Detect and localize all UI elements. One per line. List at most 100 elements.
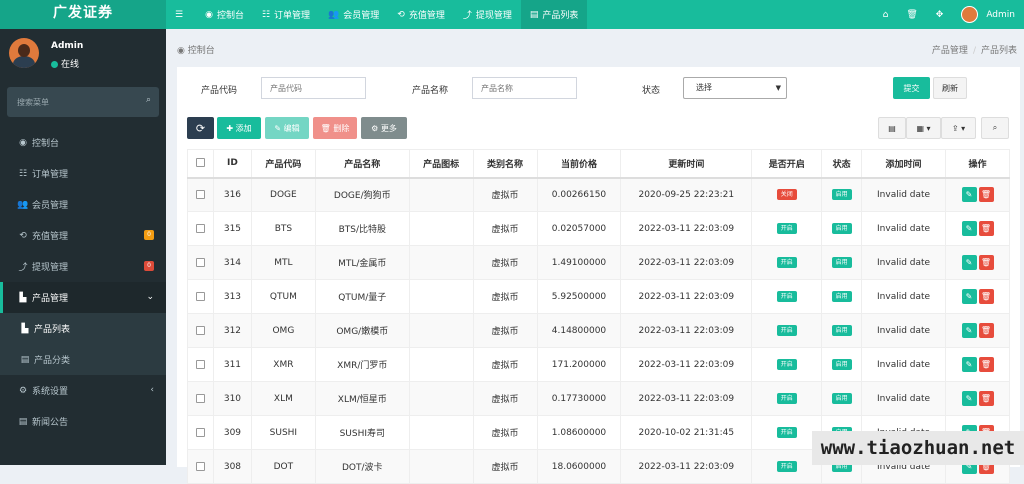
sidebar-item-news[interactable]: ▤ 新闻公告: [0, 406, 166, 437]
cell-actions: ✎🗑: [945, 245, 1010, 280]
cell-open: 关闭: [751, 177, 823, 212]
cell-price: 0.02057000: [536, 211, 622, 246]
search-input[interactable]: [7, 87, 132, 117]
cell-cat: 虚拟币: [472, 449, 538, 484]
submit-button[interactable]: 提交: [893, 77, 930, 99]
row-checkbox[interactable]: [195, 461, 205, 471]
open-toggle-badge[interactable]: 开启: [776, 359, 797, 370]
open-toggle-badge[interactable]: 开启: [776, 461, 797, 472]
tab-product-list[interactable]: ▤ 产品列表: [520, 0, 588, 29]
add-button[interactable]: ✚ 添加: [217, 117, 261, 139]
column-header[interactable]: [187, 149, 214, 179]
edit-row-icon[interactable]: ✎: [961, 323, 977, 338]
tab-withdraw[interactable]: ⤴ 提现管理: [454, 0, 521, 29]
reset-button[interactable]: 刷新: [933, 77, 967, 99]
edit-row-icon[interactable]: ✎: [961, 391, 977, 406]
sidebar-item-members[interactable]: 👥 会员管理: [0, 189, 166, 220]
tab-members-label: 会员管理: [343, 11, 380, 21]
cell-id: 315: [212, 211, 252, 246]
sidebar-item-product-mgmt[interactable]: ▙ 产品管理 ⌄: [0, 282, 166, 313]
trash-icon[interactable]: 🗑: [897, 0, 926, 29]
sidebar-item-product-list[interactable]: ▙ 产品列表: [0, 313, 166, 344]
columns-button[interactable]: ▤: [878, 117, 906, 139]
delete-row-icon[interactable]: 🗑: [978, 391, 994, 406]
sidebar-item-orders[interactable]: ☷ 订单管理: [0, 158, 166, 189]
tab-dashboard[interactable]: ◉ 控制台: [196, 0, 253, 29]
recharge-icon: ⟲: [397, 9, 405, 20]
menu-toggle-button[interactable]: ☰: [166, 0, 196, 29]
search-icon[interactable]: ⌕: [146, 95, 151, 105]
sidebar-item-recharge[interactable]: ⟲ 充值管理 0: [0, 220, 166, 251]
edit-row-icon[interactable]: ✎: [961, 255, 977, 270]
sidebar-item-settings[interactable]: ⚙ 系统设置 ‹: [0, 375, 166, 406]
cell-updated: 2022-03-11 22:03:09: [620, 245, 753, 280]
row-checkbox[interactable]: [195, 427, 205, 437]
tab-withdraw-label: 提现管理: [475, 11, 512, 21]
row-checkbox[interactable]: [195, 257, 205, 267]
row-checkbox[interactable]: [195, 393, 205, 403]
row-checkbox[interactable]: [195, 325, 205, 335]
open-toggle-badge[interactable]: 关闭: [776, 189, 797, 201]
grid-view-button[interactable]: ▦ ▾: [906, 117, 941, 139]
tab-members[interactable]: 👥 会员管理: [319, 0, 388, 29]
table-row[interactable]: 315 BTS BTS/比特股 虚拟币 0.02057000 2022-03-11 22:…: [187, 211, 1010, 246]
delete-row-icon[interactable]: 🗑: [978, 357, 994, 372]
sidebar-item-label: 订单管理: [32, 170, 69, 180]
cell-added: Invalid date: [861, 347, 946, 382]
refresh-button[interactable]: ⟳: [187, 117, 214, 139]
edit-row-icon[interactable]: ✎: [961, 187, 977, 203]
column-header: 更新时间: [620, 149, 753, 179]
column-header: 产品图标: [408, 149, 474, 179]
table-row[interactable]: 312 OMG OMG/嫩模币 虚拟币 4.14800000 2022-03-11 22:…: [187, 313, 1010, 348]
sidebar-item-product-category[interactable]: ▤ 产品分类: [0, 344, 166, 375]
tab-recharge[interactable]: ⟲ 充值管理: [388, 0, 454, 29]
code-input[interactable]: [261, 77, 366, 99]
list-icon: ☷: [261, 9, 271, 20]
table-row[interactable]: 316 DOGE DOGE/狗狗币 虚拟币 0.00266150 2020-09-25 2…: [187, 177, 1010, 212]
name-label: 产品名称: [412, 86, 449, 96]
table-row[interactable]: 314 MTL MTL/金属币 虚拟币 1.49100000 2022-03-11 22:…: [187, 245, 1010, 280]
delete-row-icon[interactable]: 🗑: [978, 255, 994, 270]
table-row[interactable]: 310 XLM XLM/恒星币 虚拟币 0.17730000 2022-03-11 22:…: [187, 381, 1010, 416]
edit-button[interactable]: ✎ 编辑: [265, 117, 309, 139]
name-input[interactable]: [472, 77, 577, 99]
open-toggle-badge[interactable]: 开启: [776, 325, 797, 336]
row-checkbox[interactable]: [195, 189, 205, 199]
open-toggle-badge[interactable]: 开启: [776, 291, 797, 302]
delete-row-icon[interactable]: 🗑: [978, 187, 994, 203]
sidebar-item-dashboard[interactable]: ◉ 控制台: [0, 127, 166, 158]
delete-row-icon[interactable]: 🗑: [978, 221, 994, 236]
edit-row-icon[interactable]: ✎: [961, 289, 977, 304]
cell-actions: ✎🗑: [945, 381, 1010, 416]
home-icon[interactable]: ⌂: [874, 0, 898, 29]
delete-button[interactable]: 🗑 删除: [313, 117, 357, 139]
row-checkbox[interactable]: [195, 359, 205, 369]
edit-row-icon[interactable]: ✎: [961, 221, 977, 236]
delete-row-icon[interactable]: 🗑: [978, 289, 994, 304]
edit-row-icon[interactable]: ✎: [961, 357, 977, 372]
open-toggle-badge[interactable]: 开启: [776, 257, 797, 268]
breadcrumb-item-product-mgmt[interactable]: 产品管理: [932, 46, 968, 56]
table-header-row: ID 产品代码 产品名称 产品图标 类别名称 当前价格 更新时间 是否开启 状态 添加时间 操作: [187, 149, 1010, 179]
more-button[interactable]: ⚙ 更多: [361, 117, 407, 139]
row-checkbox[interactable]: [195, 291, 205, 301]
cell-open: 开启: [751, 347, 823, 382]
users-icon: 👥: [328, 9, 340, 20]
user-menu[interactable]: Admin: [952, 0, 1024, 29]
delete-row-icon[interactable]: 🗑: [978, 323, 994, 338]
status-select[interactable]: 选择 ▼: [683, 77, 787, 99]
table-row[interactable]: 313 QTUM QTUM/量子 虚拟币 5.92500000 2022-03-11 22…: [187, 279, 1010, 314]
table-row[interactable]: 311 XMR XMR/门罗币 虚拟币 171.200000 2022-03-11 22:…: [187, 347, 1010, 382]
export-button[interactable]: ⇪ ▾: [941, 117, 976, 139]
open-toggle-badge[interactable]: 开启: [776, 427, 797, 438]
sidebar-item-withdraw[interactable]: ⤴ 提现管理 0: [0, 251, 166, 282]
logo[interactable]: 广发证券: [0, 0, 166, 29]
open-toggle-badge[interactable]: 开启: [776, 223, 797, 234]
row-checkbox[interactable]: [195, 223, 205, 233]
open-toggle-badge[interactable]: 开启: [776, 393, 797, 404]
table-search-button[interactable]: ⌕: [981, 117, 1009, 139]
cell-cat: 虚拟币: [472, 381, 538, 416]
tab-orders[interactable]: ☷ 订单管理: [253, 0, 319, 29]
expand-icon[interactable]: ✥: [927, 0, 953, 29]
select-all-checkbox[interactable]: [195, 158, 205, 168]
